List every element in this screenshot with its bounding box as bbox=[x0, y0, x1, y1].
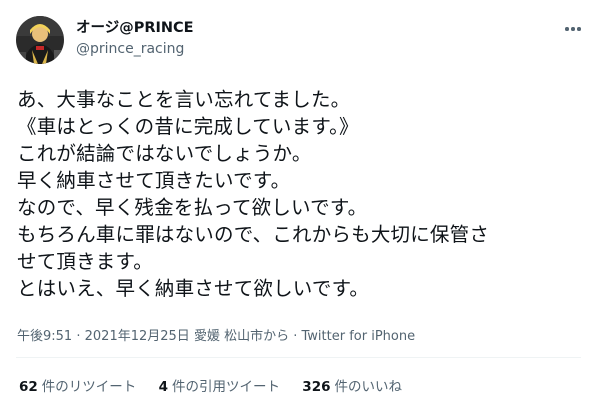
tweet-text-line: あ、大事なことを言い忘れてました。 bbox=[17, 88, 351, 111]
tweet-time[interactable]: 午後9:51 bbox=[17, 329, 72, 344]
divider bbox=[16, 357, 581, 358]
tweet-stats: 62 件のリツイート 4 件の引用ツイート 326 件のいいね bbox=[19, 375, 420, 395]
tweet-date[interactable]: 2021年12月25日 bbox=[85, 329, 190, 344]
retweets-count: 62 bbox=[19, 379, 38, 395]
meta-separator: · bbox=[293, 329, 298, 344]
tweet-metadata: 午後9:51 · 2021年12月25日 愛媛 松山市から · Twitter … bbox=[17, 325, 415, 344]
avatar-image bbox=[16, 16, 64, 64]
meta-separator: · bbox=[76, 329, 81, 344]
tweet-text: あ、大事なことを言い忘れてました。 《車はとっくの昔に完成しています。》 これが… bbox=[17, 86, 587, 302]
quotes-count: 4 bbox=[158, 379, 168, 395]
quotes-stat[interactable]: 4 件の引用ツイート bbox=[159, 375, 280, 395]
user-handle[interactable]: @prince_racing bbox=[76, 39, 194, 59]
tweet-text-line: 《車はとっくの昔に完成しています。》 bbox=[17, 115, 359, 138]
tweet-location[interactable]: 愛媛 松山市から bbox=[194, 329, 289, 344]
tweet-card: オージ@PRINCE @prince_racing あ、大事なことを言い忘れてま… bbox=[0, 0, 597, 409]
avatar[interactable] bbox=[16, 16, 64, 64]
likes-stat[interactable]: 326 件のいいね bbox=[302, 375, 402, 395]
user-info: オージ@PRINCE @prince_racing bbox=[76, 18, 194, 59]
retweets-label: 件のリツイート bbox=[41, 379, 137, 395]
likes-count: 326 bbox=[302, 379, 331, 395]
more-options-icon[interactable] bbox=[563, 24, 583, 34]
display-name[interactable]: オージ@PRINCE bbox=[76, 18, 194, 38]
tweet-text-line: せて頂きます。 bbox=[17, 250, 153, 273]
quotes-label: 件の引用ツイート bbox=[172, 379, 280, 395]
tweet-text-line: これが結論ではないでしょうか。 bbox=[17, 142, 312, 165]
tweet-text-line: なので、早く残金を払って欲しいです。 bbox=[17, 196, 368, 219]
likes-label: 件のいいね bbox=[334, 379, 402, 395]
tweet-client[interactable]: Twitter for iPhone bbox=[302, 329, 416, 344]
tweet-text-line: もちろん車に罪はないので、これからも大切に保管さ bbox=[17, 223, 490, 246]
retweets-stat[interactable]: 62 件のリツイート bbox=[19, 375, 136, 395]
tweet-text-line: 早く納車させて頂きたいです。 bbox=[17, 169, 291, 192]
tweet-text-line: とはいえ、早く納車させて欲しいです。 bbox=[17, 277, 370, 300]
